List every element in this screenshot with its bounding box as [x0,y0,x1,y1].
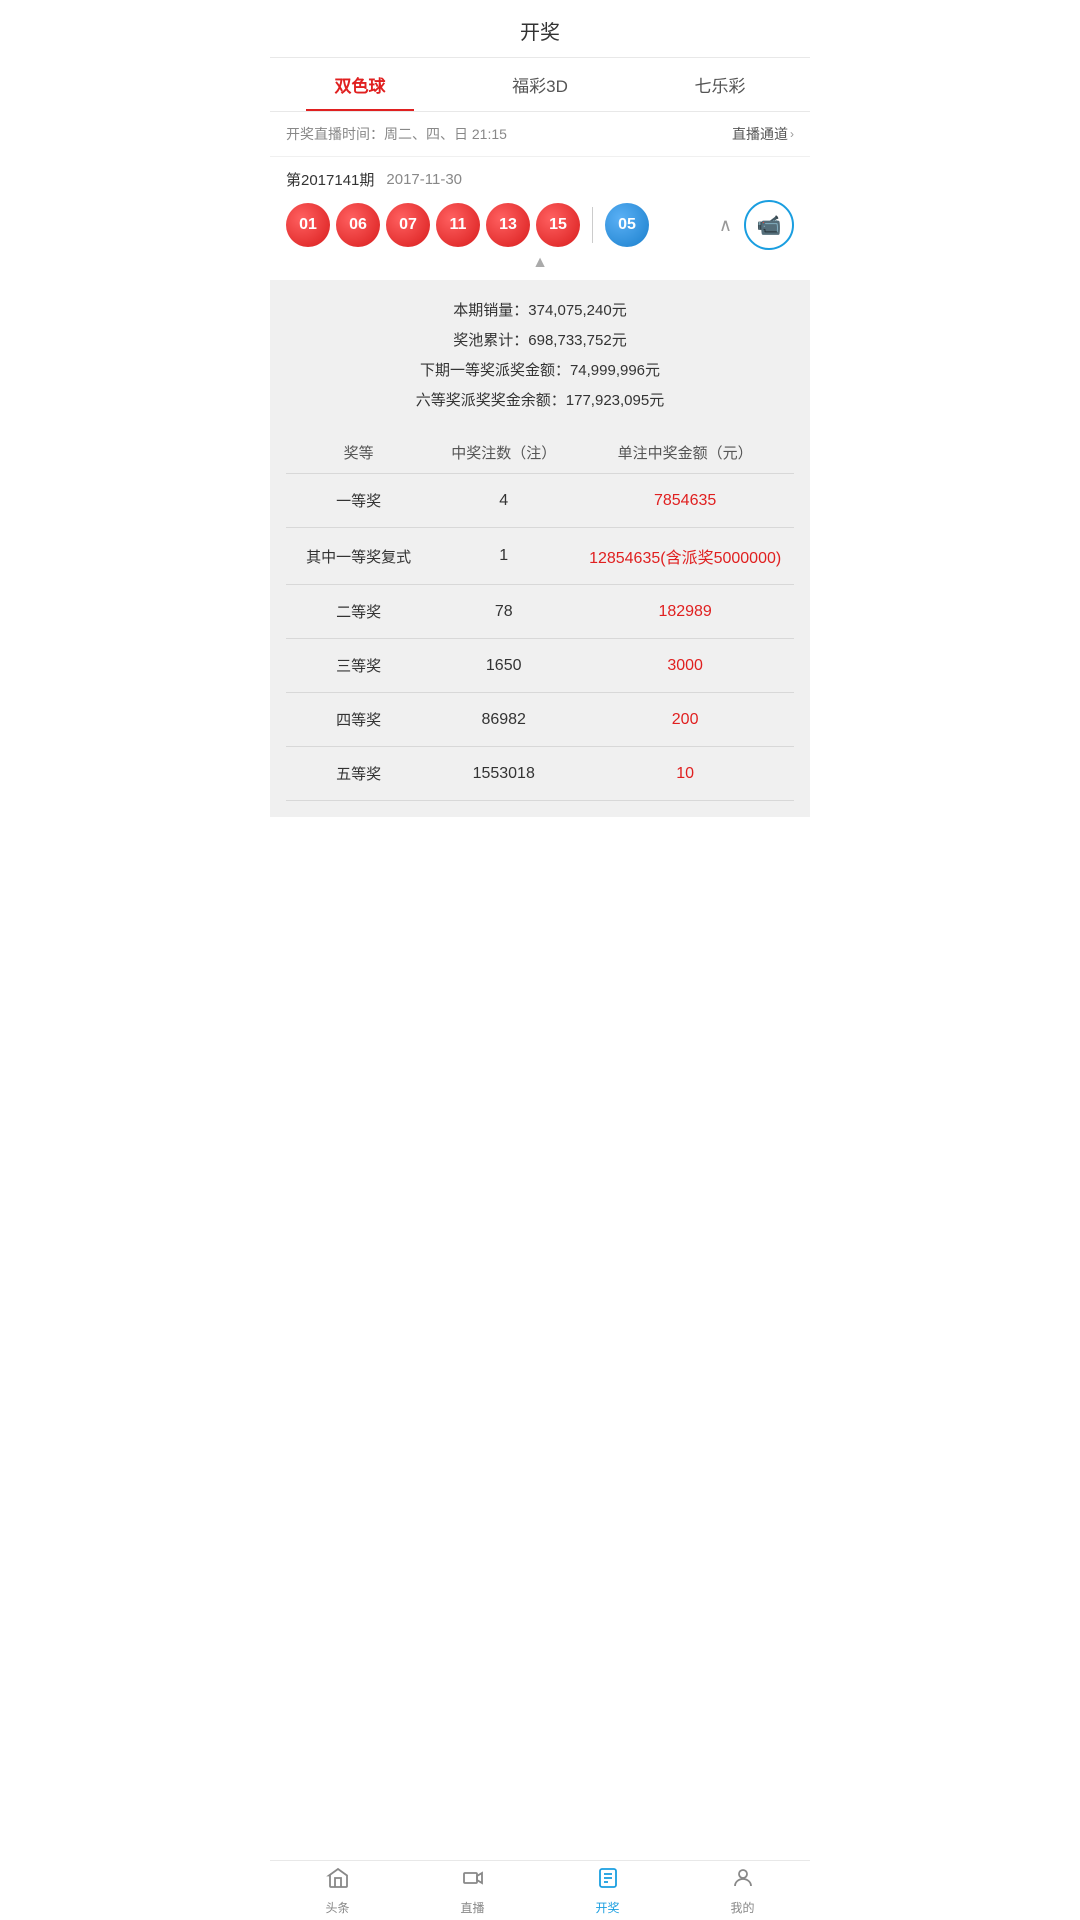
col-header-amount: 单注中奖金额（元） [576,442,794,463]
prize-amount-6: 10 [576,765,794,783]
draw-section: 第2017141期 2017-11-30 01 06 07 11 13 15 0… [270,157,810,272]
sixth-remain-text: 六等奖派奖奖金余额：177,923,095元 [286,386,794,416]
video-icon: 📹 [757,213,782,238]
prize-count-3: 78 [431,603,576,621]
table-row: 一等奖 4 7854635 [286,474,794,528]
blue-ball: 05 [605,203,649,247]
table-row: 其中一等奖复式 1 12854635(含派奖5000000) [286,528,794,585]
next-first-text: 下期一等奖派奖金额：74,999,996元 [286,356,794,386]
red-ball-2: 06 [336,203,380,247]
red-ball-4: 11 [436,203,480,247]
prize-count-4: 1650 [431,657,576,675]
red-ball-5: 13 [486,203,530,247]
nav-headline[interactable]: 头条 [270,1861,405,1920]
prize-label-2: 其中一等奖复式 [286,546,431,567]
video-button[interactable]: 📹 [744,200,794,250]
table-header: 奖等 中奖注数（注） 单注中奖金额（元） [286,432,794,474]
tab-bar: 双色球 福彩3D 七乐彩 [270,58,810,112]
nav-mine[interactable]: 我的 [675,1861,810,1920]
nav-mine-label: 我的 [730,1899,754,1916]
prize-amount-2: 12854635(含派奖5000000) [576,544,794,568]
red-ball-6: 15 [536,203,580,247]
draw-icon [596,1866,620,1896]
draw-header: 第2017141期 2017-11-30 [286,169,794,190]
table-row: 五等奖 1553018 10 [286,747,794,801]
draw-date: 2017-11-30 [386,171,462,188]
nav-headline-label: 头条 [325,1899,349,1916]
red-ball-1: 01 [286,203,330,247]
nav-live-label: 直播 [460,1899,484,1916]
table-row: 三等奖 1650 3000 [286,639,794,693]
tab-fucai3d[interactable]: 福彩3D [450,58,630,111]
page-title: 开奖 [270,0,810,58]
nav-live[interactable]: 直播 [405,1861,540,1920]
broadcast-time: 开奖直播时间：周二、四、日 21:15 [286,124,507,144]
live-icon [461,1866,485,1896]
prize-amount-1: 7854635 [576,492,794,510]
prize-label-3: 二等奖 [286,601,431,622]
prize-count-2: 1 [431,547,576,565]
draw-period: 第2017141期 [286,169,374,190]
prize-label-4: 三等奖 [286,655,431,676]
prize-amount-4: 3000 [576,657,794,675]
summary-info: 本期销量：374,075,240元 奖池累计：698,733,752元 下期一等… [286,296,794,416]
prize-label-6: 五等奖 [286,763,431,784]
broadcast-link[interactable]: 直播通道 › [732,124,794,144]
broadcast-bar: 开奖直播时间：周二、四、日 21:15 直播通道 › [270,112,810,157]
red-balls: 01 06 07 11 13 15 [286,203,580,247]
red-ball-3: 07 [386,203,430,247]
prize-label-1: 一等奖 [286,490,431,511]
prize-count-6: 1553018 [431,765,576,783]
bottom-nav: 头条 直播 开奖 我的 [270,1860,810,1920]
nav-draw[interactable]: 开奖 [540,1861,675,1920]
col-header-prize: 奖等 [286,442,431,463]
chevron-right-icon: › [790,127,794,141]
table-row: 四等奖 86982 200 [286,693,794,747]
prize-count-5: 86982 [431,711,576,729]
pool-text: 奖池累计：698,733,752元 [286,326,794,356]
prize-amount-3: 182989 [576,603,794,621]
col-header-count: 中奖注数（注） [431,442,576,463]
tab-qilecai[interactable]: 七乐彩 [630,58,810,111]
mine-icon [731,1866,755,1896]
prize-label-5: 四等奖 [286,709,431,730]
tab-shuangseqiu[interactable]: 双色球 [270,58,450,111]
ball-divider [592,207,593,243]
prize-count-1: 4 [431,492,576,510]
expand-arrow: ▲ [286,250,794,272]
home-icon [326,1866,350,1896]
numbers-row: 01 06 07 11 13 15 05 ∧ 📹 [286,200,794,250]
table-row: 二等奖 78 182989 [286,585,794,639]
details-panel: 本期销量：374,075,240元 奖池累计：698,733,752元 下期一等… [270,280,810,817]
nav-draw-label: 开奖 [595,1899,619,1916]
sales-text: 本期销量：374,075,240元 [286,296,794,326]
prize-amount-5: 200 [576,711,794,729]
expand-button[interactable]: ∧ [719,215,732,236]
prize-table: 奖等 中奖注数（注） 单注中奖金额（元） 一等奖 4 7854635 其中一等奖… [286,432,794,801]
